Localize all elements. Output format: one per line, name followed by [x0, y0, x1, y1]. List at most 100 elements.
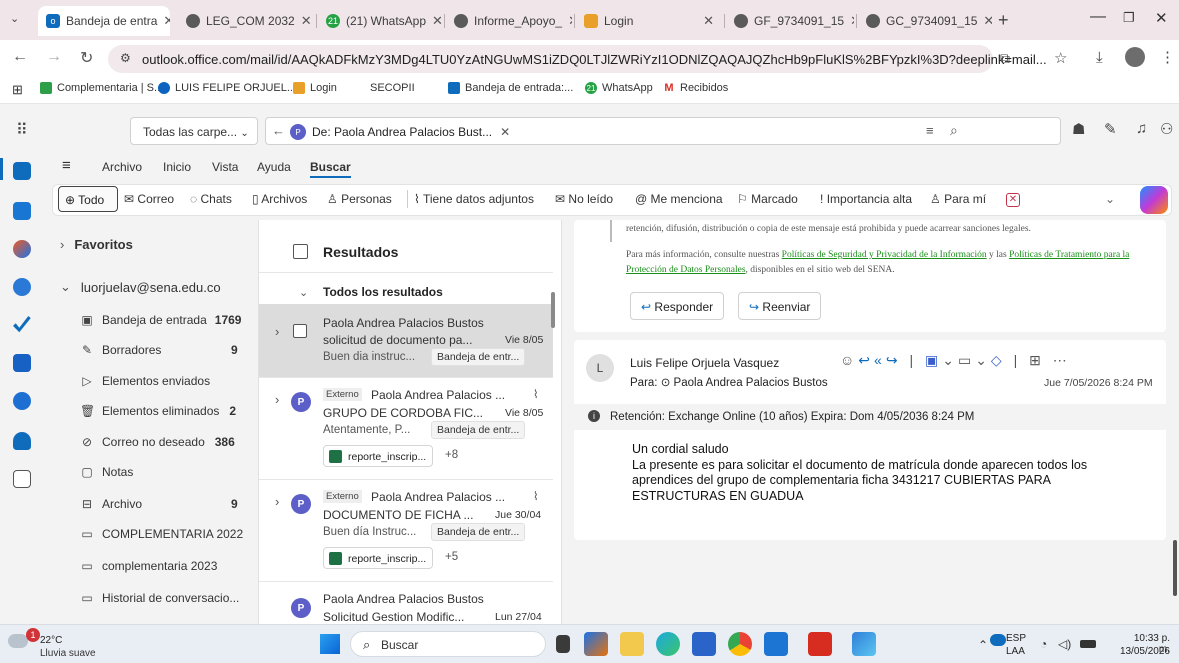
menu-archivo[interactable]: Archivo: [102, 160, 142, 174]
bookmark-star-icon[interactable]: ☆: [1054, 49, 1067, 67]
reload-icon[interactable]: ↻: [80, 48, 93, 68]
chrome-icon[interactable]: [728, 632, 752, 656]
reply-icon[interactable]: ↩: [858, 352, 874, 368]
chevron-down-icon[interactable]: ⌄: [975, 352, 991, 368]
bookmark-login[interactable]: Login: [293, 82, 337, 94]
menu-inicio[interactable]: Inicio: [163, 160, 191, 174]
filter-no-leido[interactable]: ✉ No leído: [555, 192, 613, 206]
tab-search-icon[interactable]: ⌄: [10, 12, 19, 25]
chevron-right-icon[interactable]: ›: [275, 324, 279, 339]
bookmark-luis[interactable]: LUIS FELIPE ORJUEL...: [158, 82, 296, 94]
bookmark-recibidos[interactable]: M Recibidos: [663, 82, 728, 94]
tab-gf[interactable]: GF_9734091_15 ✕: [726, 6, 854, 36]
chevron-right-icon[interactable]: ›: [275, 392, 279, 407]
grid-icon[interactable]: ⊞: [1029, 352, 1045, 368]
clear-filters-icon[interactable]: ✕: [1006, 193, 1020, 207]
sender-name[interactable]: Luis Felipe Orjuela Vasquez: [630, 356, 779, 370]
folder-borradores[interactable]: ✎ Borradores: [80, 343, 161, 357]
folder-eliminados[interactable]: 🗑 Elementos eliminados 2: [80, 404, 236, 418]
tab-login[interactable]: Login ✕: [576, 6, 722, 36]
tab-bandeja[interactable]: o Bandeja de entra ✕: [38, 6, 170, 36]
attachment-chip[interactable]: reporte_inscrip...: [323, 445, 434, 467]
filter-marcado[interactable]: ⚐ Marcado: [737, 192, 798, 206]
browser-menu-icon[interactable]: ⋮: [1160, 48, 1175, 66]
folder-complementaria-2022[interactable]: ▭ COMPLEMENTARIA 2022: [80, 527, 243, 541]
favorites-section[interactable]: › Favoritos: [60, 237, 133, 252]
filter-importancia[interactable]: ! Importancia alta: [820, 192, 912, 206]
close-tab-icon[interactable]: ✕: [697, 13, 714, 29]
restore-icon[interactable]: ❐: [1123, 10, 1135, 26]
more-attachments[interactable]: +8: [445, 449, 458, 461]
menu-vista[interactable]: Vista: [212, 160, 238, 174]
item-checkbox[interactable]: [293, 324, 307, 338]
window-close-icon[interactable]: ✕: [1155, 9, 1168, 27]
language-indicator[interactable]: ESP: [1006, 633, 1026, 644]
bookmark-secop[interactable]: SECOPII: [370, 82, 415, 94]
hamburger-icon[interactable]: ≡: [62, 157, 71, 174]
chevron-down-icon[interactable]: ⌄: [942, 352, 958, 368]
onedrive-app-icon[interactable]: [13, 432, 31, 450]
list-item[interactable]: › P Externo Paola Andrea Palacios ... ⌇ …: [259, 378, 553, 480]
people-app-icon[interactable]: [13, 278, 31, 296]
tab-informe[interactable]: Informe_Apoyo_ ✕: [446, 6, 572, 36]
calendar-app-icon[interactable]: [13, 202, 31, 220]
clock-date[interactable]: 13/05/2026: [1112, 646, 1170, 657]
list-item[interactable]: P Paola Andrea Palacios Bustos Solicitud…: [259, 582, 553, 624]
menu-ayuda[interactable]: Ayuda: [257, 160, 291, 174]
chevron-down-icon[interactable]: ⌄: [299, 286, 308, 299]
privacy-policy-link[interactable]: Políticas de Seguridad y Privacidad de l…: [782, 250, 987, 260]
bell-icon[interactable]: ♫: [1136, 120, 1147, 137]
file-explorer-icon[interactable]: [620, 632, 644, 656]
taskbar-search[interactable]: ⌕ Buscar: [350, 631, 546, 657]
forward-icon[interactable]: ↪: [886, 352, 902, 368]
account-section[interactable]: ⌄ luorjuelav@sena.edu.co: [60, 279, 221, 295]
close-tab-icon[interactable]: ✕: [157, 13, 170, 29]
acrobat-icon[interactable]: [808, 632, 832, 656]
edge-icon[interactable]: [656, 632, 680, 656]
filter-para-mi[interactable]: ♙ Para mí: [930, 192, 986, 206]
filter-menciona[interactable]: @ Me menciona: [635, 192, 723, 206]
bookmark-bandeja[interactable]: Bandeja de entrada:...: [448, 82, 573, 94]
close-tab-icon[interactable]: ✕: [562, 13, 572, 29]
bookmark-complementaria[interactable]: Complementaria | S...: [40, 82, 163, 94]
more-icon[interactable]: ⋯: [1053, 352, 1071, 368]
filter-icon[interactable]: ≡: [926, 123, 934, 138]
forward-button[interactable]: ↪ Reenviar: [738, 292, 822, 320]
new-tab-button[interactable]: +: [998, 10, 1009, 31]
loop-icon[interactable]: ◇: [991, 352, 1006, 368]
todo-app-icon[interactable]: [13, 316, 31, 333]
filter-personas[interactable]: ♙ Personas: [327, 192, 392, 206]
search-input[interactable]: ← P De: Paola Andrea Palacios Bust... ✕ …: [265, 117, 1061, 145]
ribbon-expand-icon[interactable]: ⌄: [1105, 192, 1115, 206]
attachment-chip[interactable]: reporte_inscrip...: [323, 547, 434, 569]
list-item[interactable]: › Paola Andrea Palacios Bustos solicitud…: [259, 304, 553, 378]
apps-grid-icon[interactable]: ⊞: [12, 82, 23, 98]
reply-all-icon[interactable]: «: [874, 352, 886, 368]
filter-correo[interactable]: ✉ Correo: [124, 192, 174, 206]
back-icon[interactable]: ←: [12, 48, 28, 66]
close-tab-icon[interactable]: ✕: [295, 13, 312, 29]
weather-cloud-icon[interactable]: [8, 634, 28, 648]
tab-leg-com[interactable]: LEG_COM 2032 ✕: [178, 6, 314, 36]
more-apps-icon[interactable]: [13, 470, 31, 488]
filter-todo[interactable]: ⊕ Todo: [58, 186, 118, 212]
store-icon[interactable]: [692, 632, 716, 656]
folder-enviados[interactable]: ▷ Elementos enviados: [80, 374, 210, 388]
download-icon[interactable]: ⤓: [1096, 49, 1103, 66]
tray-expand-icon[interactable]: ⌃: [978, 638, 988, 652]
folder-notas[interactable]: ▢ Notas: [80, 465, 133, 479]
weather-temp[interactable]: 22°C: [40, 635, 62, 646]
chevron-right-icon[interactable]: ›: [275, 494, 279, 509]
copilot-app-icon[interactable]: [13, 240, 31, 258]
reading-scrollbar[interactable]: [1173, 540, 1177, 596]
minimize-icon[interactable]: —: [1090, 8, 1106, 26]
list-scrollbar[interactable]: [551, 292, 555, 328]
bookmark-whatsapp[interactable]: 21 WhatsApp: [585, 82, 653, 94]
folder-no-deseado[interactable]: ⊘ Correo no deseado 386: [80, 435, 235, 449]
screen-share-icon[interactable]: ⧉: [1000, 50, 1010, 67]
tab-gc[interactable]: GC_9734091_15 ✕: [858, 6, 992, 36]
onedrive-tray-icon[interactable]: [990, 634, 1006, 646]
teams-icon[interactable]: ☗: [1072, 120, 1085, 138]
battery-icon[interactable]: [1080, 640, 1096, 648]
wifi-icon[interactable]: ◔: [1040, 637, 1047, 651]
